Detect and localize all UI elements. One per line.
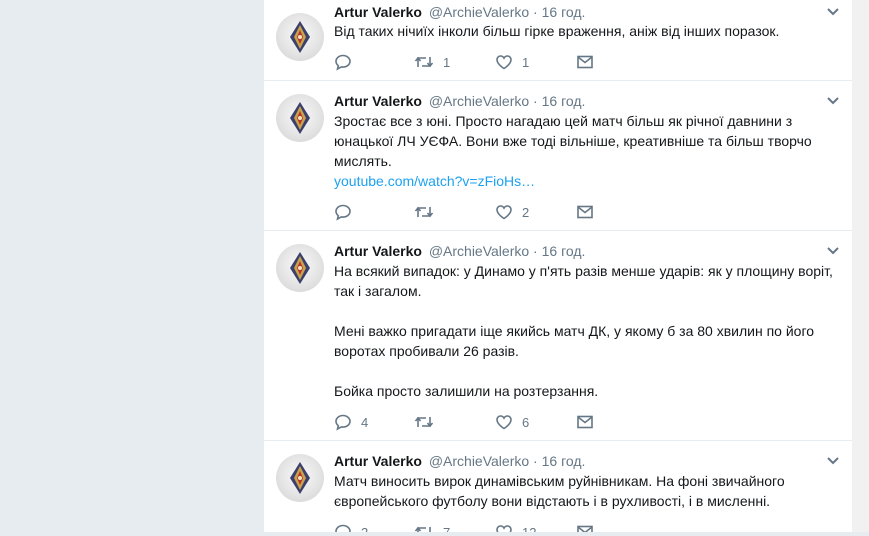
horizontal-scrollbar[interactable] <box>0 532 869 536</box>
avatar[interactable] <box>276 94 324 142</box>
like-count: 2 <box>522 204 530 220</box>
avatar[interactable] <box>276 13 324 61</box>
like-button[interactable]: 1 <box>495 52 529 72</box>
envelope-icon <box>577 55 593 69</box>
tweet-paragraph: Бойка просто залишили на розтерзання. <box>334 383 599 399</box>
retweet-icon <box>414 416 434 428</box>
separator-dot: · <box>533 243 538 259</box>
tweet-header: Artur Valerko @ArchieValerko · 16 год. <box>334 452 585 470</box>
retweet-icon <box>414 56 434 68</box>
separator-dot: · <box>533 4 538 20</box>
timestamp[interactable]: 16 год. <box>542 243 586 259</box>
reply-icon <box>335 414 351 431</box>
like-button[interactable]: 6 <box>495 412 529 432</box>
tweet-paragraph: Зростає все з юні. Просто нагадаю цей ма… <box>334 113 812 169</box>
reply-count: 4 <box>361 414 369 430</box>
tweet[interactable]: Artur Valerko @ArchieValerko · 16 год. Н… <box>264 231 852 441</box>
heart-icon <box>496 415 512 430</box>
logo-icon <box>290 21 310 53</box>
dm-button[interactable] <box>576 412 594 432</box>
author-handle[interactable]: @ArchieValerko <box>429 453 529 469</box>
logo-icon <box>290 252 310 284</box>
timeline: Artur Valerko @ArchieValerko · 16 год. В… <box>264 0 852 536</box>
logo-icon <box>290 102 310 134</box>
dm-button[interactable] <box>576 52 594 72</box>
author-name[interactable]: Artur Valerko <box>334 453 422 469</box>
tweet-text: Матч виносить вирок динамівським руйнівн… <box>334 471 834 511</box>
separator-dot: · <box>533 453 538 469</box>
timestamp[interactable]: 16 год. <box>542 4 586 20</box>
reply-icon <box>335 204 351 221</box>
reply-button[interactable] <box>334 52 361 72</box>
envelope-icon <box>577 415 593 429</box>
heart-icon <box>496 205 512 220</box>
heart-icon <box>496 55 512 70</box>
like-button[interactable]: 2 <box>495 202 529 222</box>
tweet-paragraph: Мені важко пригадати іще якийсь матч ДК,… <box>334 323 815 359</box>
author-handle[interactable]: @ArchieValerko <box>429 4 529 20</box>
chevron-down-icon[interactable] <box>826 246 840 256</box>
tweet-paragraph: Матч виносить вирок динамівським руйнівн… <box>334 473 785 509</box>
author-handle[interactable]: @ArchieValerko <box>429 243 529 259</box>
dm-button[interactable] <box>576 202 594 222</box>
like-count: 1 <box>522 54 530 70</box>
tweet-header: Artur Valerko @ArchieValerko · 16 год. <box>334 3 585 21</box>
tweet-header: Artur Valerko @ArchieValerko · 16 год. <box>334 92 585 110</box>
retweet-button[interactable] <box>414 202 443 222</box>
tweet-text: Від таких нічиїх інколи більш гірке враж… <box>334 21 834 41</box>
author-name[interactable]: Artur Valerko <box>334 4 422 20</box>
like-count: 6 <box>522 414 530 430</box>
chevron-down-icon[interactable] <box>826 7 840 17</box>
chevron-down-icon[interactable] <box>826 456 840 466</box>
tweet-link[interactable]: youtube.com/watch?v=zFioHs… <box>334 171 834 191</box>
timestamp[interactable]: 16 год. <box>542 453 586 469</box>
author-handle[interactable]: @ArchieValerko <box>429 93 529 109</box>
reply-button[interactable] <box>334 202 361 222</box>
avatar[interactable] <box>276 244 324 292</box>
tweet-text: На всякий випадок: у Динамо у п'ять разі… <box>334 261 834 401</box>
reply-icon <box>335 54 351 71</box>
timestamp[interactable]: 16 год. <box>542 93 586 109</box>
retweet-button[interactable]: 1 <box>414 52 450 72</box>
envelope-icon <box>577 205 593 219</box>
retweet-icon <box>414 206 434 218</box>
author-name[interactable]: Artur Valerko <box>334 93 422 109</box>
tweet-paragraph: Від таких нічиїх інколи більш гірке враж… <box>334 23 780 39</box>
tweet[interactable]: Artur Valerko @ArchieValerko · 16 год. З… <box>264 81 852 231</box>
logo-icon <box>290 462 310 494</box>
tweet[interactable]: Artur Valerko @ArchieValerko · 16 год. В… <box>264 0 852 81</box>
tweet[interactable]: Artur Valerko @ArchieValerko · 16 год. М… <box>264 441 852 536</box>
tweet-header: Artur Valerko @ArchieValerko · 16 год. <box>334 242 585 260</box>
avatar[interactable] <box>276 454 324 502</box>
chevron-down-icon[interactable] <box>826 96 840 106</box>
retweet-count: 1 <box>443 54 451 70</box>
author-name[interactable]: Artur Valerko <box>334 243 422 259</box>
tweet-text: Зростає все з юні. Просто нагадаю цей ма… <box>334 111 834 191</box>
separator-dot: · <box>533 93 538 109</box>
vertical-scrollbar[interactable] <box>852 0 869 536</box>
retweet-button[interactable] <box>414 412 443 432</box>
tweet-paragraph: На всякий випадок: у Динамо у п'ять разі… <box>334 263 833 299</box>
reply-button[interactable]: 4 <box>334 412 368 432</box>
